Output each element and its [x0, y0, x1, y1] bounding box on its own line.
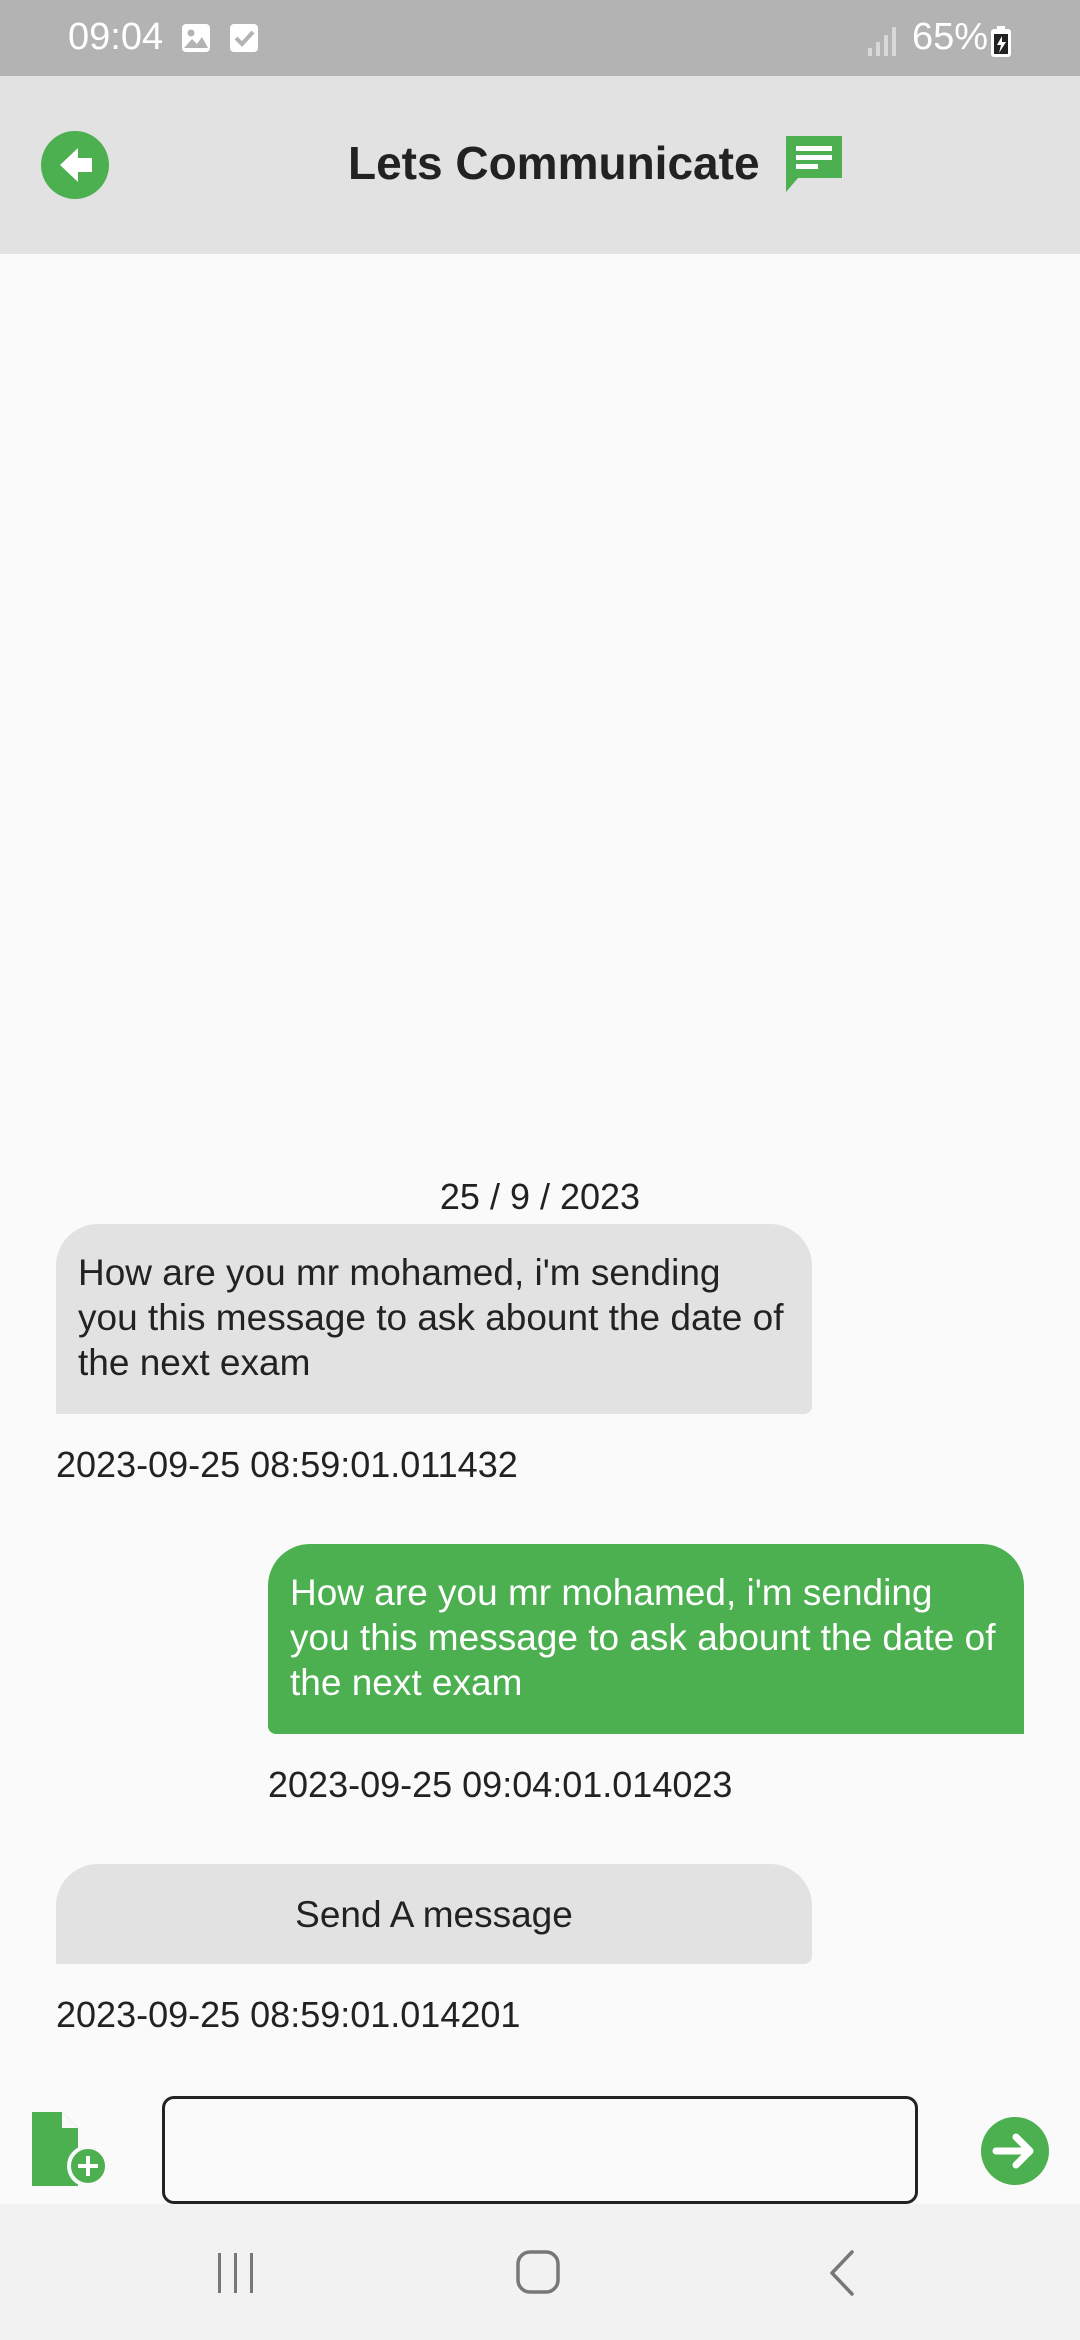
page-title: Lets Communicate — [348, 137, 760, 189]
back-arrow-icon[interactable] — [40, 130, 110, 200]
message-timestamp: 2023-09-25 08:59:01.011432 — [56, 1444, 518, 1485]
message-timestamp: 2023-09-25 08:59:01.014201 — [56, 1994, 521, 2035]
incoming-message[interactable]: Send A message — [56, 1864, 812, 1964]
system-nav-bar — [0, 2204, 1080, 2340]
back-icon[interactable] — [814, 2248, 874, 2298]
status-bar: 09:04 65% — [0, 0, 1080, 76]
recent-apps-icon[interactable] — [206, 2248, 266, 2298]
battery-icon — [991, 26, 1011, 57]
incoming-message[interactable]: How are you mr mohamed, i'm sending you … — [56, 1224, 812, 1414]
message-input[interactable] — [162, 2096, 918, 2204]
file-add-icon[interactable] — [28, 2112, 110, 2186]
chat-icon — [786, 136, 842, 192]
gallery-icon — [182, 24, 210, 52]
app-bar: Lets Communicate — [0, 76, 1080, 254]
send-arrow-icon[interactable] — [980, 2116, 1050, 2186]
date-separator: 25 / 9 / 2023 — [439, 1176, 641, 1217]
battery-percent: 65% — [912, 16, 989, 58]
home-icon[interactable] — [508, 2248, 568, 2298]
checkbox-icon — [230, 24, 258, 52]
signal-icon — [868, 27, 896, 56]
status-time: 09:04 — [68, 16, 164, 58]
message-timestamp: 2023-09-25 09:04:01.014023 — [268, 1764, 733, 1805]
outgoing-message[interactable]: How are you mr mohamed, i'm sending you … — [268, 1544, 1024, 1734]
